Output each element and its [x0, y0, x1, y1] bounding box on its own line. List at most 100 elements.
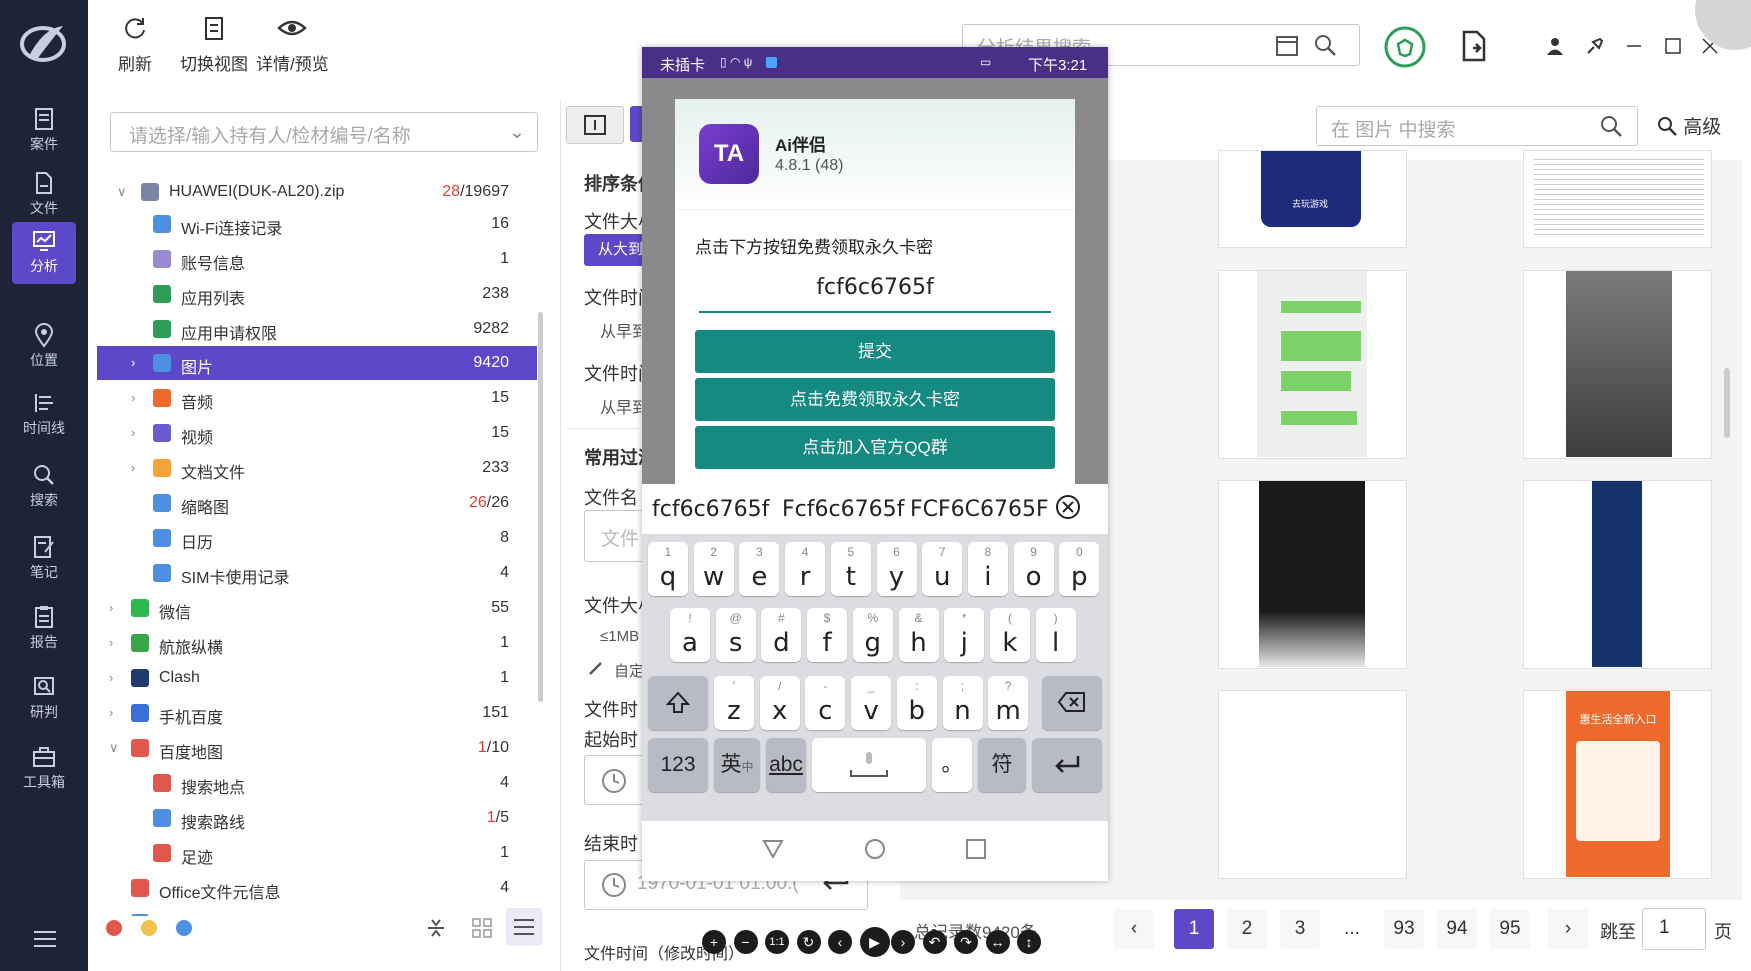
nav-item-note[interactable]: 笔记	[12, 528, 76, 590]
sort-early-to-late[interactable]: 从早到	[600, 318, 648, 342]
enter-key[interactable]	[1032, 738, 1102, 792]
suggestion-item[interactable]: Fcf6c6765f	[782, 497, 904, 522]
tree-item[interactable]: 应用申请权限 9282	[97, 312, 537, 346]
shift-key[interactable]	[648, 676, 708, 730]
switch-view-button[interactable]: 切换视图	[180, 14, 248, 75]
grid-view-icon[interactable]	[472, 918, 492, 943]
jump-input[interactable]: 1	[1642, 908, 1706, 950]
keyboard-key[interactable]: ) l	[1035, 608, 1076, 662]
zoom-in-icon[interactable]: +	[702, 930, 726, 954]
chevron-right-icon[interactable]: ›	[109, 670, 113, 685]
image-thumbnail[interactable]	[1523, 270, 1712, 459]
tree-item[interactable]: 账号信息 1	[97, 242, 537, 276]
image-thumbnail[interactable]	[1218, 480, 1407, 669]
refresh-button[interactable]: 刷新	[118, 14, 152, 75]
image-thumbnail[interactable]	[1523, 480, 1712, 669]
tree-item[interactable]: ›App分析77	[97, 906, 537, 916]
redo-icon[interactable]: ↷	[954, 930, 978, 954]
collapse-icon[interactable]	[426, 916, 446, 945]
keyboard-key[interactable]: 3e	[739, 542, 780, 596]
keyboard-key[interactable]: (k	[989, 608, 1030, 662]
chevron-down-icon[interactable]: ∨	[117, 184, 127, 200]
backspace-key[interactable]	[1042, 676, 1102, 730]
symbol-key[interactable]: 符	[978, 738, 1026, 792]
minimize-icon[interactable]	[1624, 36, 1644, 61]
free-key-button[interactable]: 点击免费领取永久卡密	[695, 378, 1055, 421]
image-search-input[interactable]: 在 图片 中搜索	[1316, 106, 1638, 146]
nav-item-report[interactable]: 报告	[12, 598, 76, 660]
nav-item-location[interactable]: 位置	[12, 316, 76, 378]
keyboard-key[interactable]: 7u	[922, 542, 963, 596]
calendar-icon[interactable]	[1275, 33, 1299, 63]
tree-item[interactable]: 搜索路线 1/5	[97, 801, 537, 835]
nav-item-search[interactable]: 搜索	[12, 456, 76, 518]
chevron-right-icon[interactable]: ›	[109, 915, 113, 916]
shield-check-icon[interactable]	[1384, 26, 1426, 73]
keyboard-key[interactable]: ? m	[988, 676, 1029, 730]
page-button[interactable]: 3	[1280, 909, 1320, 949]
keyboard-key[interactable]: & h	[898, 608, 939, 662]
tree-item[interactable]: › 文档文件 233	[97, 451, 537, 485]
back-icon[interactable]	[762, 839, 784, 864]
chevron-right-icon[interactable]: ›	[131, 460, 135, 475]
next-icon[interactable]: ›	[891, 930, 915, 954]
chevron-right-icon[interactable]: ›	[109, 705, 113, 720]
tree-item[interactable]: › 微信 55	[97, 591, 537, 625]
tree-item[interactable]: 足迹 1	[97, 836, 537, 870]
home-icon[interactable]	[864, 838, 886, 865]
chevron-down-icon[interactable]: ∨	[109, 740, 119, 756]
keyboard-key[interactable]: 5t	[830, 542, 871, 596]
keyboard-key[interactable]: _ v	[851, 676, 892, 730]
list-view-button[interactable]	[506, 908, 542, 946]
previous-icon[interactable]: ‹	[828, 930, 852, 954]
tree-item[interactable]: › 音频 15	[97, 381, 537, 415]
image-thumbnail[interactable]: 去玩游戏	[1218, 150, 1407, 248]
chevron-right-icon[interactable]: ›	[109, 600, 113, 615]
abc-key[interactable]: abc	[766, 738, 806, 792]
keyboard-key[interactable]: :b	[896, 676, 937, 730]
keyboard-key[interactable]: / x	[759, 676, 800, 730]
keyboard-key[interactable]: 0p	[1059, 542, 1100, 596]
user-icon[interactable]	[1545, 36, 1565, 61]
tree-item[interactable]: › Clash 1	[97, 661, 537, 695]
nav-item-judge[interactable]: 研判	[12, 668, 76, 730]
keyboard-key[interactable]: % g	[852, 608, 893, 662]
image-thumbnail[interactable]	[1218, 690, 1407, 879]
recents-icon[interactable]	[966, 839, 986, 864]
keyboard-key[interactable]: @ s	[715, 608, 756, 662]
filter-le-1mb[interactable]: ≤1MB	[600, 628, 639, 645]
zoom-out-icon[interactable]: −	[733, 930, 758, 954]
flip-vertical-icon[interactable]: ↕	[1017, 930, 1041, 954]
suggestion-item[interactable]: fcf6c6765f	[652, 497, 769, 522]
tree-item[interactable]: › 手机百度 151	[97, 696, 537, 730]
sort-early-to-late-2[interactable]: 从早到	[600, 394, 648, 418]
page-button[interactable]: 95	[1490, 909, 1530, 949]
nav-item-toolbox[interactable]: 工具箱	[12, 738, 76, 800]
chevron-right-icon[interactable]: ›	[131, 425, 135, 440]
grid-scrollbar[interactable]	[1724, 368, 1730, 438]
rotate-icon[interactable]: ↻	[796, 930, 821, 954]
page-button[interactable]: 2	[1227, 909, 1267, 949]
keyboard-key[interactable]: 6y	[876, 542, 917, 596]
page-button[interactable]: 93	[1384, 909, 1424, 949]
tree-item[interactable]: ∨ 百度地图 1/10	[97, 731, 537, 765]
play-icon[interactable]: ▶	[859, 927, 890, 957]
image-thumbnail[interactable]	[1523, 150, 1712, 248]
export-icon[interactable]	[1460, 30, 1488, 67]
chevron-right-icon[interactable]: ›	[131, 355, 135, 370]
tree-item[interactable]: SIM卡使用记录 4	[97, 556, 537, 590]
keyboard-key[interactable]: 1q	[648, 542, 688, 596]
keyboard-key[interactable]: -c	[805, 676, 846, 730]
menu-icon[interactable]	[34, 930, 56, 953]
nav-item-analysis[interactable]: 分析	[12, 222, 76, 284]
holder-select[interactable]: 请选择/输入持有人/检材编号/名称 ⌄	[110, 112, 538, 152]
page-button[interactable]: 1	[1174, 909, 1214, 949]
flip-horizontal-icon[interactable]: ↔	[985, 930, 1010, 954]
numbers-key[interactable]: 123	[648, 738, 708, 792]
pin-icon[interactable]	[1585, 36, 1605, 61]
keyboard-key[interactable]: 4r	[785, 542, 826, 596]
maximize-icon[interactable]	[1663, 36, 1683, 61]
advanced-search-button[interactable]: 高级	[1656, 112, 1721, 139]
join-qq-group-button[interactable]: 点击加入官方QQ群	[695, 426, 1055, 469]
keyboard-key[interactable]: 9o	[1013, 542, 1054, 596]
